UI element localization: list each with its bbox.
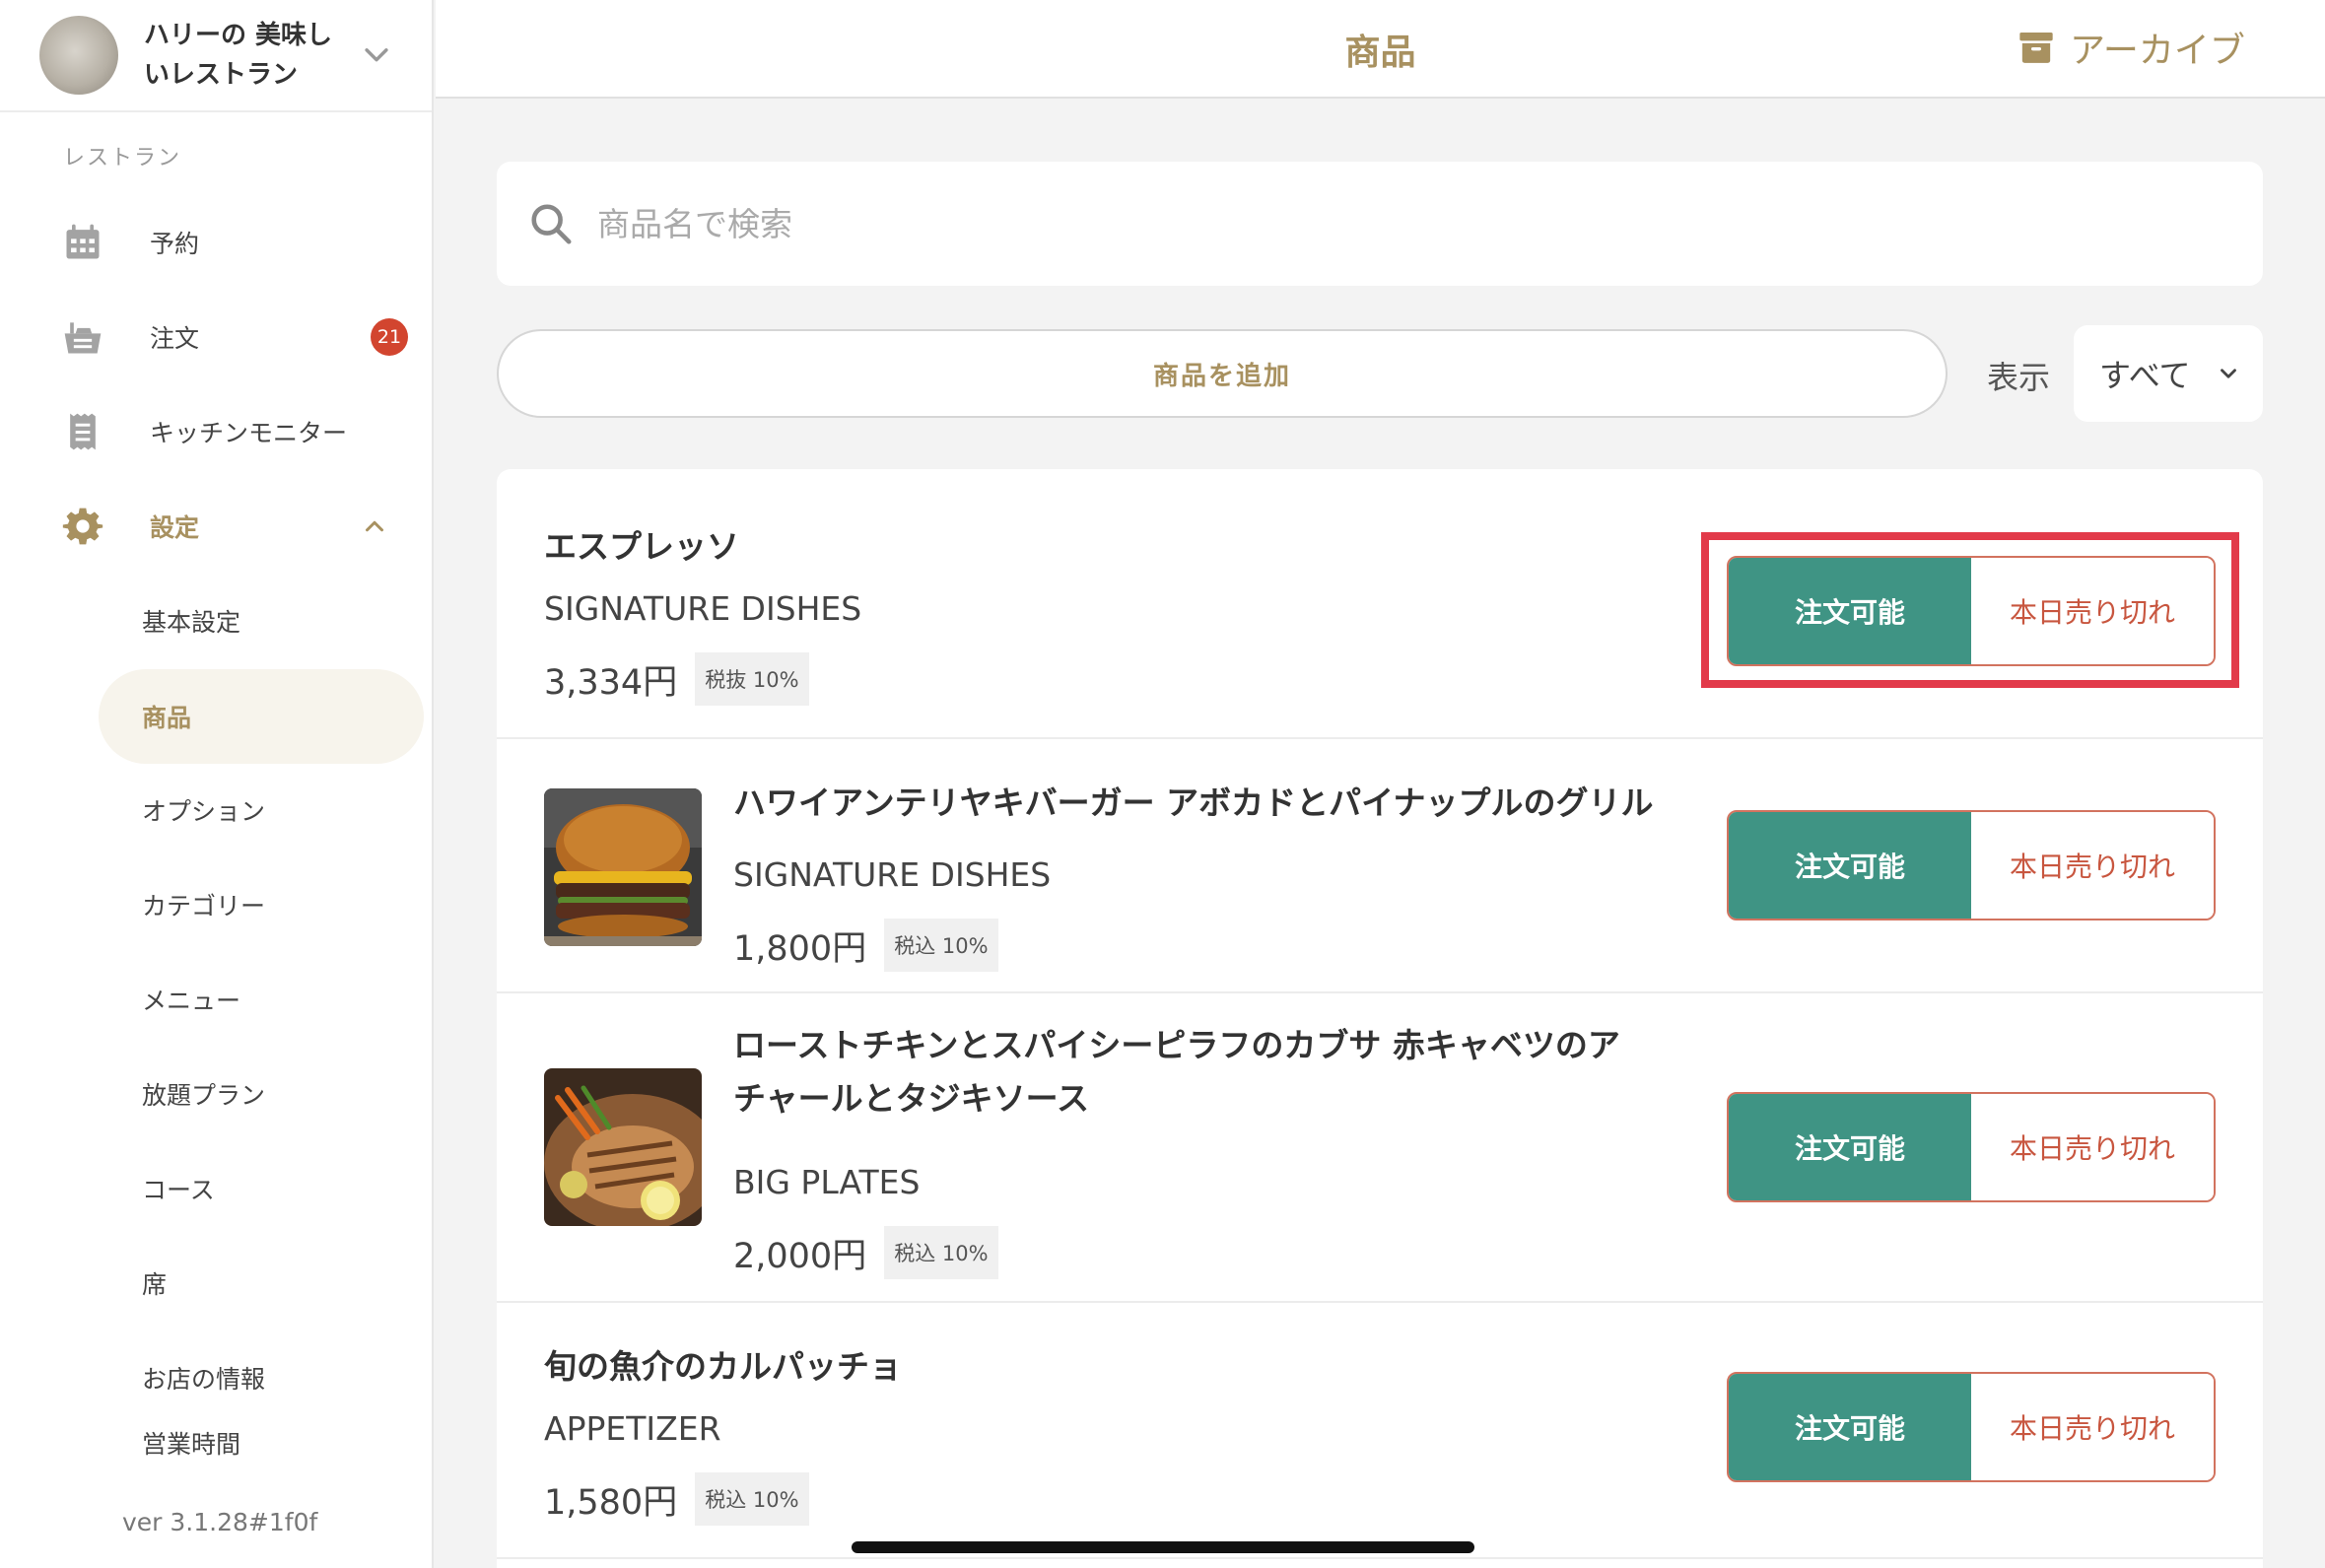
price-value: 1,800円 [733, 928, 867, 969]
product-category: SIGNATURE DISHES [733, 855, 1052, 894]
sold-out-today-button[interactable]: 本日売り切れ [1971, 1094, 2214, 1200]
settings-item-basic[interactable]: 基本設定 [99, 574, 424, 668]
settings-item-products[interactable]: 商品 [99, 669, 424, 764]
product-row[interactable]: ローストチキンとスパイシーピラフのカブサ 赤キャベツのアチャールとタジキソース … [497, 993, 2263, 1303]
available-button[interactable]: 注文可能 [1729, 1374, 1971, 1480]
filter-label: 表示 [1987, 359, 2051, 396]
sidebar-item-kitchen-monitor[interactable]: キッチンモニター [0, 402, 434, 461]
tax-badge: 税込 10% [884, 919, 998, 972]
filter-select[interactable]: すべて [2074, 325, 2263, 422]
search-icon [531, 204, 572, 244]
chevron-up-icon [366, 520, 383, 532]
restaurant-switcher[interactable]: ハリーの 美味しいレストラン [0, 0, 432, 112]
settings-item-courses[interactable]: コース [99, 1141, 424, 1236]
availability-toggle[interactable]: 注文可能 本日売り切れ [1727, 1092, 2216, 1202]
search-bar [497, 162, 2263, 286]
sidebar-item-label: 設定 [150, 513, 200, 542]
app-version: ver 3.1.28#1f0f [122, 1508, 318, 1536]
orders-count-badge: 21 [371, 318, 408, 356]
tax-badge: 税込 10% [695, 1472, 809, 1526]
product-price: 3,334円 税抜 10% [544, 652, 809, 706]
product-name: ハワイアンテリヤキバーガー アボカドとパイナップルのグリル [733, 784, 1654, 822]
product-price: 1,800円 税込 10% [733, 919, 998, 972]
search-input[interactable] [597, 204, 2174, 243]
tax-badge: 税込 10% [884, 1226, 998, 1279]
archive-label: アーカイブ [2070, 31, 2245, 71]
archive-button[interactable]: アーカイブ [2017, 22, 2245, 73]
settings-item-menu[interactable]: メニュー [99, 952, 424, 1047]
product-row[interactable]: ハワイアンテリヤキバーガー アボカドとパイナップルのグリル SIGNATURE … [497, 739, 2263, 993]
sidebar: ハリーの 美味しいレストラン レストラン 予約 注文 21 キッチンモニター 設… [0, 0, 434, 1568]
price-value: 3,334円 [544, 662, 678, 703]
settings-item-options[interactable]: オプション [99, 763, 424, 857]
sold-out-today-button[interactable]: 本日売り切れ [1971, 812, 2214, 919]
product-name: 旬の魚介のカルパッチョ [544, 1347, 902, 1386]
available-button[interactable]: 注文可能 [1729, 1094, 1971, 1200]
available-button[interactable]: 注文可能 [1729, 812, 1971, 919]
add-product-button[interactable]: 商品を追加 [497, 329, 1948, 418]
settings-item-all-you-can-plans[interactable]: 放題プラン [99, 1047, 424, 1141]
product-category: BIG PLATES [733, 1163, 921, 1201]
sidebar-item-orders[interactable]: 注文 21 [0, 307, 434, 367]
product-image-burger [544, 788, 702, 946]
sidebar-section-label: レストラン [63, 146, 182, 170]
availability-toggle[interactable]: 注文可能 本日売り切れ [1727, 1372, 2216, 1482]
product-category: APPETIZER [544, 1409, 721, 1448]
sidebar-item-label: キッチンモニター [150, 419, 348, 447]
product-row[interactable]: 旬の魚介のカルパッチョ APPETIZER 1,580円 税込 10% 注文可能… [497, 1303, 2263, 1559]
price-value: 1,580円 [544, 1482, 678, 1523]
sidebar-item-label: 注文 [150, 324, 200, 353]
settings-item-seats[interactable]: 席 [99, 1236, 424, 1330]
restaurant-name: ハリーの 美味しいレストラン [144, 21, 333, 90]
archive-box-icon [2019, 33, 2053, 63]
product-price: 1,580円 税込 10% [544, 1472, 809, 1526]
settings-item-categories[interactable]: カテゴリー [99, 857, 424, 952]
product-category: SIGNATURE DISHES [544, 589, 862, 628]
product-price: 2,000円 税込 10% [733, 1226, 998, 1279]
home-indicator [852, 1541, 1474, 1553]
restaurant-avatar [39, 16, 118, 95]
availability-toggle[interactable]: 注文可能 本日売り切れ [1727, 810, 2216, 920]
calendar-icon [66, 224, 100, 259]
takeout-bag-icon [64, 322, 102, 354]
product-name: エスプレッソ [544, 527, 739, 566]
sidebar-item-settings[interactable]: 設定 [0, 497, 434, 556]
tax-badge: 税抜 10% [695, 652, 809, 706]
sold-out-today-button[interactable]: 本日売り切れ [1971, 1374, 2214, 1480]
chevron-down-icon[interactable] [360, 37, 393, 71]
top-bar: 商品 アーカイブ [436, 0, 2325, 99]
settings-item-store-info[interactable]: お店の情報 [99, 1330, 424, 1425]
settings-item-business-hours[interactable]: 営業時間 [99, 1425, 424, 1474]
gear-icon [62, 508, 103, 545]
product-image-chicken [544, 1068, 702, 1226]
highlight-annotation [1701, 532, 2239, 688]
product-name: ローストチキンとスパイシーピラフのカブサ 赤キャベツのアチャールとタジキソース [733, 1026, 1620, 1118]
filter-selected-value: すべて [2099, 357, 2191, 394]
price-value: 2,000円 [733, 1236, 867, 1276]
chevron-down-icon [2221, 369, 2236, 378]
receipt-icon [70, 413, 96, 450]
sidebar-item-label: 予約 [150, 230, 200, 258]
sidebar-item-reservations[interactable]: 予約 [0, 213, 434, 272]
